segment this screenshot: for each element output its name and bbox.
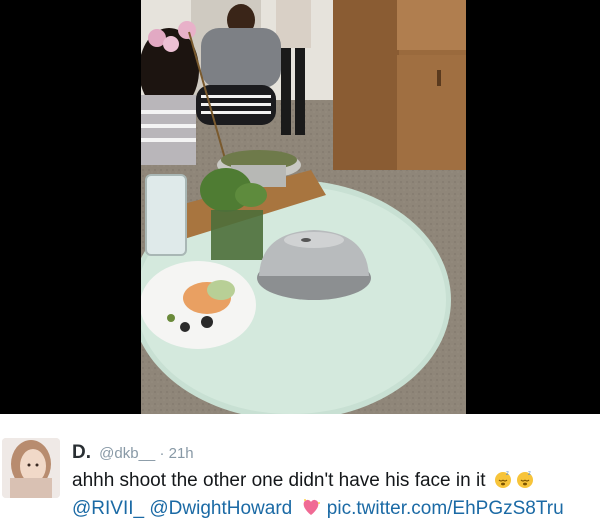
avatar-image <box>2 438 60 498</box>
tweet-text-line-2: @RIVII_ @DwightHoward pic.twitter.com/Eh… <box>72 495 597 523</box>
tweet-timestamp[interactable]: 21h <box>169 445 194 462</box>
tweet-body-text: ahhh shoot the other one didn't have his… <box>72 470 486 491</box>
svg-text:z: z <box>506 471 509 477</box>
tweet-text: ahhh shoot the other one didn't have his… <box>72 467 597 523</box>
tweet-header: D. @dkb__ · 21h <box>72 442 194 464</box>
media-link[interactable]: pic.twitter.com/EhPGzS8Tru <box>327 498 564 519</box>
svg-text:z: z <box>528 471 531 477</box>
tweet-card[interactable]: D. @dkb__ · 21h ahhh shoot the other one… <box>0 414 600 532</box>
display-name[interactable]: D. <box>72 442 91 463</box>
tweet-photo-frame[interactable] <box>0 0 600 414</box>
sleeping-face-icon: z <box>516 471 533 488</box>
avatar[interactable] <box>2 438 60 498</box>
mention-link-rivii[interactable]: @RIVII_ <box>72 498 144 519</box>
separator-dot: · <box>159 445 165 462</box>
sparkling-heart-icon <box>303 499 320 515</box>
room-photo-illustration <box>141 0 466 414</box>
mention-link-dwighthoward[interactable]: @DwightHoward <box>149 498 292 519</box>
sleeping-face-icon: z <box>494 471 511 488</box>
tweet-photo[interactable] <box>141 0 466 414</box>
user-handle[interactable]: @dkb__ <box>99 445 155 462</box>
tweet-text-line-1: ahhh shoot the other one didn't have his… <box>72 467 597 495</box>
